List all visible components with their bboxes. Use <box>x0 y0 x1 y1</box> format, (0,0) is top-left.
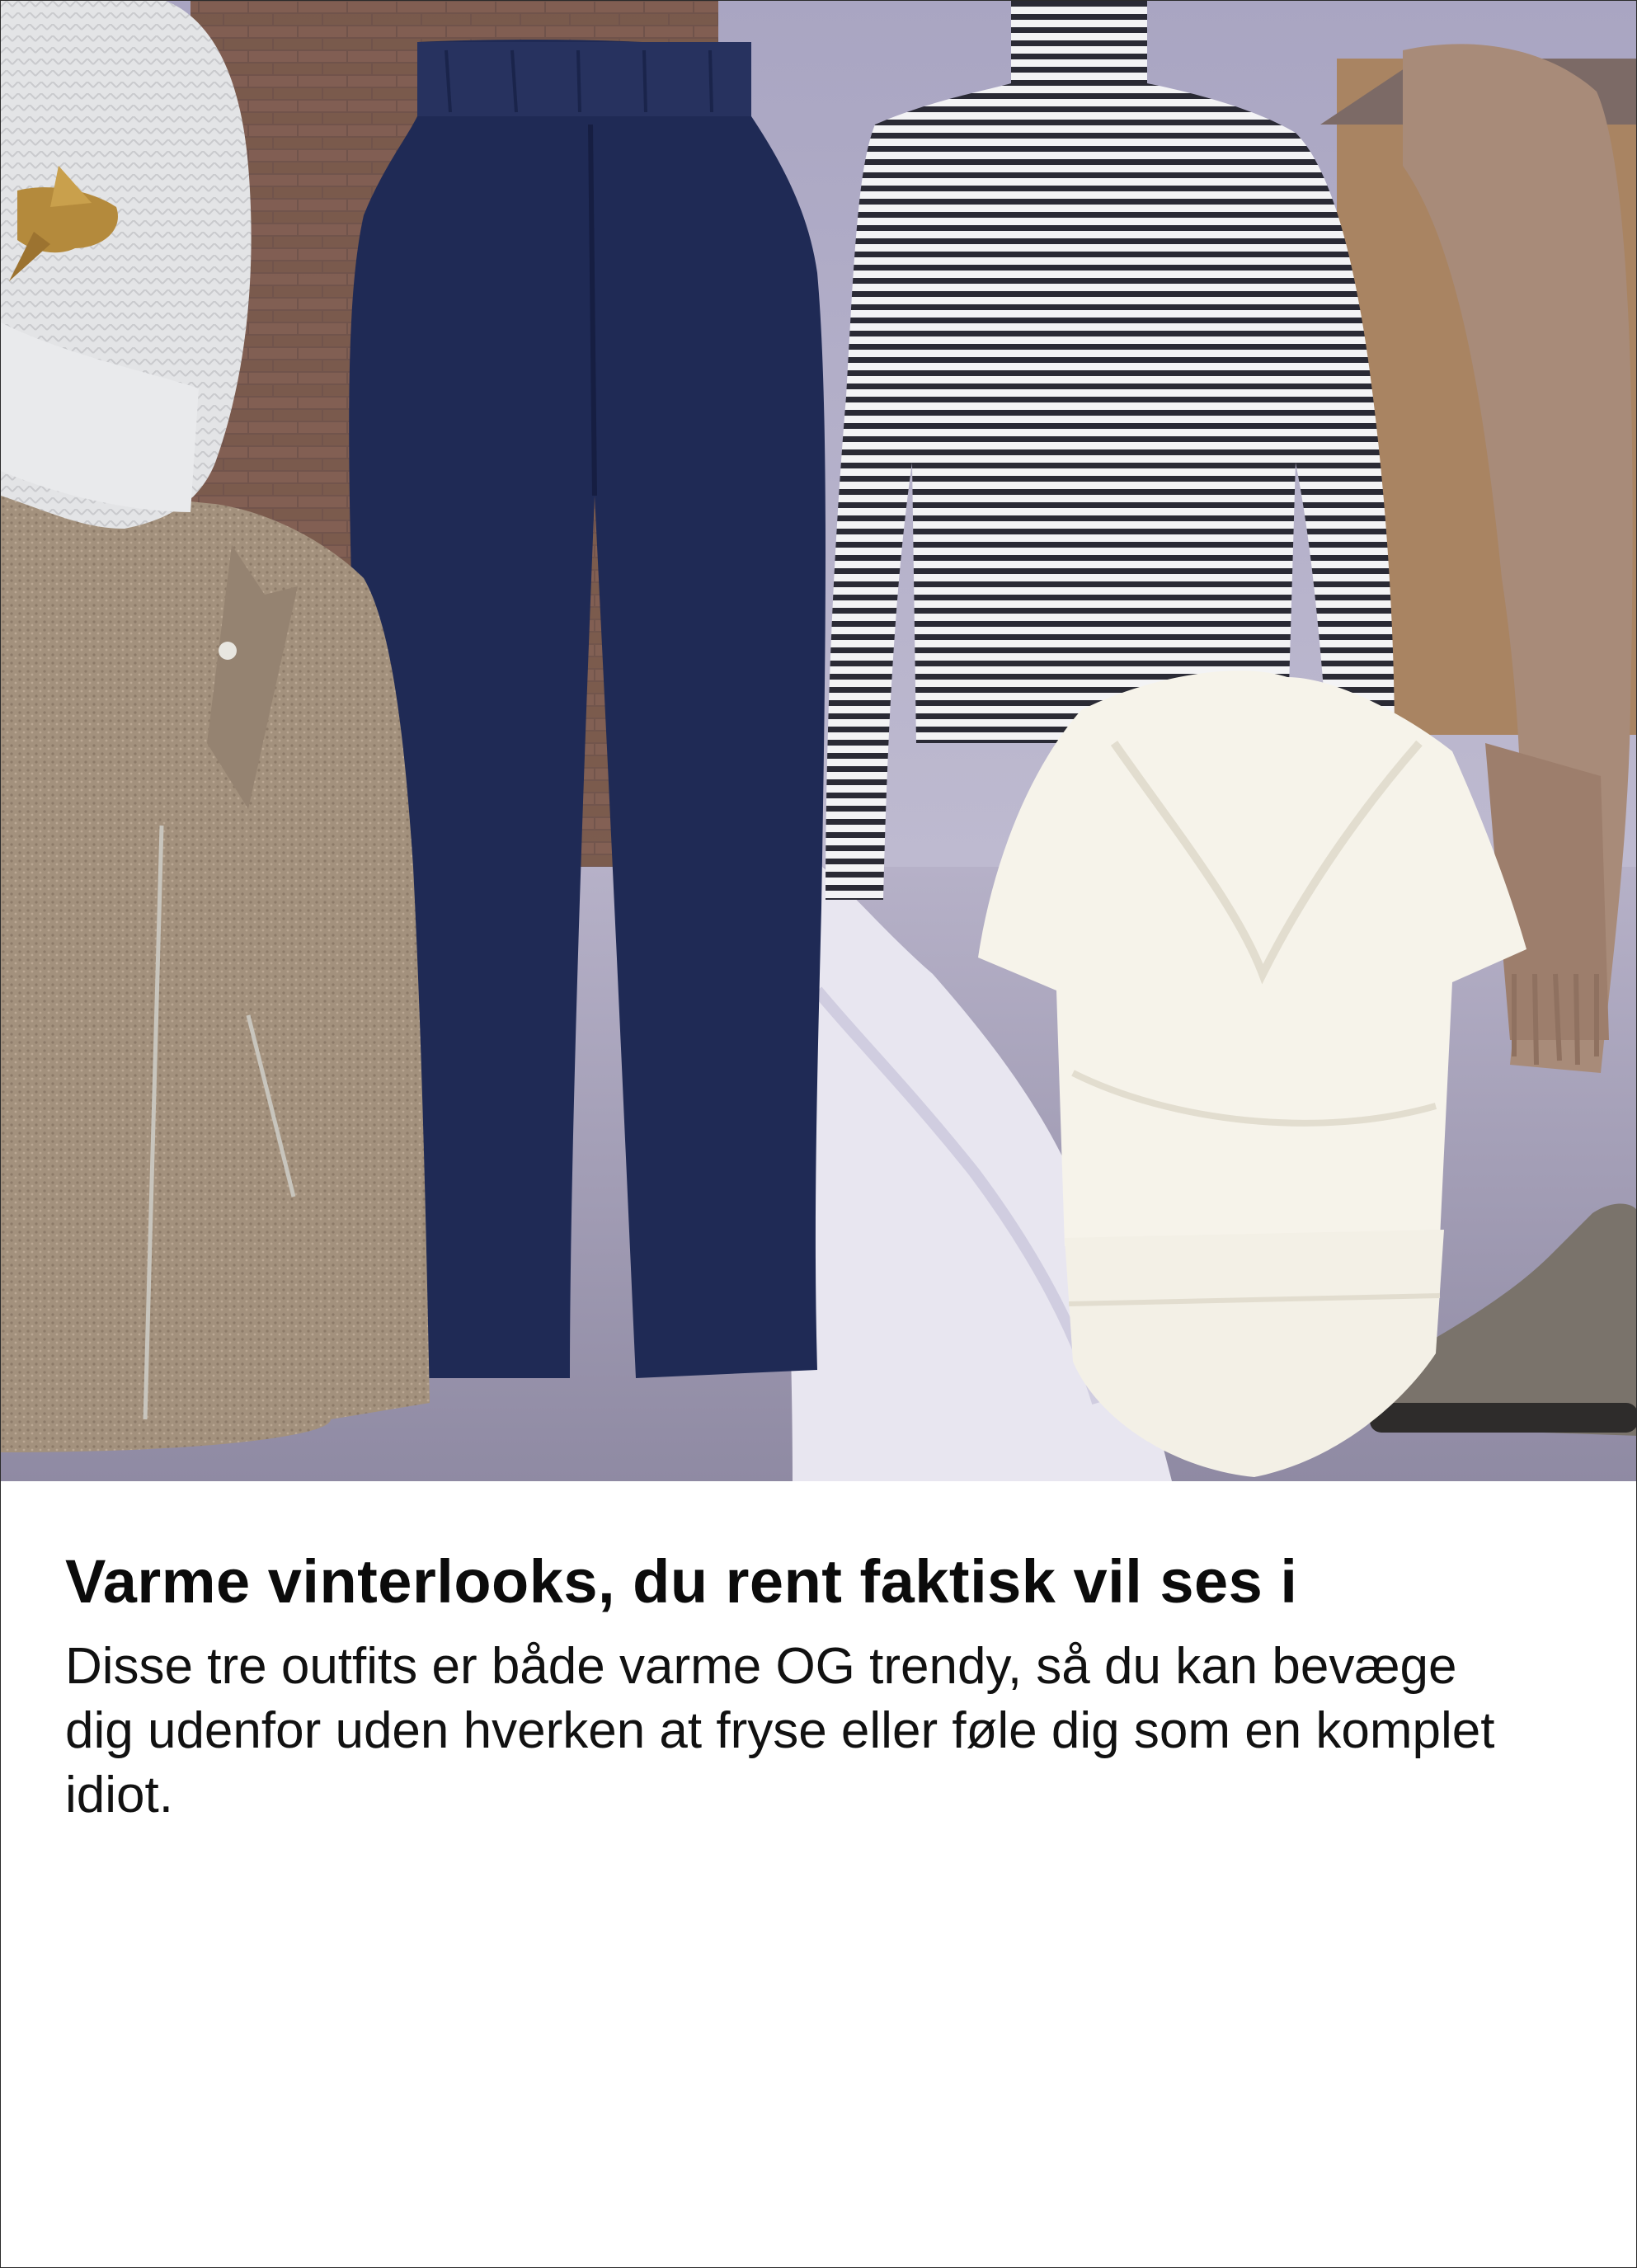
beanie-hat <box>1 1 252 529</box>
outfit-collage <box>1 1 1636 1481</box>
article-headline[interactable]: Varme vinterlooks, du rent faktisk vil s… <box>65 1543 1517 1620</box>
hero-image[interactable] <box>1 1 1636 1481</box>
article-card[interactable]: Varme vinterlooks, du rent faktisk vil s… <box>0 0 1637 2268</box>
article-text: Varme vinterlooks, du rent faktisk vil s… <box>65 1543 1517 1828</box>
wool-jacket <box>1 463 430 1452</box>
article-description: Disse tre outfits er både varme OG trend… <box>65 1638 1495 1823</box>
